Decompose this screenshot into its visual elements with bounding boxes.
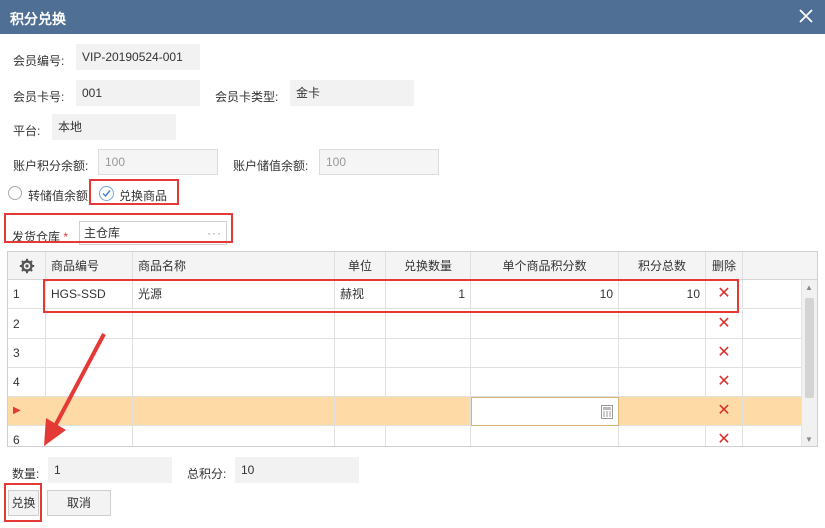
goods-check[interactable] bbox=[99, 186, 114, 201]
cell-unit-points[interactable]: 10 bbox=[471, 280, 619, 308]
cell-total-points: 10 bbox=[619, 280, 706, 308]
more-icon[interactable]: ··· bbox=[207, 222, 222, 244]
cell-unit[interactable] bbox=[335, 339, 386, 367]
stored-balance-radio[interactable] bbox=[8, 186, 22, 200]
qty-summary-label: 数量: bbox=[12, 467, 40, 481]
scroll-thumb[interactable] bbox=[805, 298, 814, 398]
row-number: 1 bbox=[8, 280, 46, 308]
cell-qty[interactable] bbox=[386, 368, 471, 396]
close-icon[interactable] bbox=[797, 7, 815, 25]
stored-balance-field: 100 bbox=[319, 149, 439, 175]
table-row[interactable]: 2 ✕ bbox=[8, 310, 802, 339]
table-row[interactable]: 6 ✕ bbox=[8, 426, 802, 446]
exchange-button[interactable]: 兑换 bbox=[8, 490, 39, 516]
cancel-button[interactable]: 取消 bbox=[47, 490, 111, 516]
cell-total-points bbox=[619, 339, 706, 367]
cell-unit[interactable] bbox=[335, 310, 386, 338]
cell-total-points bbox=[619, 397, 706, 425]
unit-points-editor[interactable] bbox=[471, 397, 619, 426]
delete-icon[interactable]: ✕ bbox=[706, 426, 743, 446]
gear-icon[interactable] bbox=[19, 258, 35, 274]
cell-code[interactable]: HGS-SSD bbox=[46, 280, 133, 308]
points-balance-field: 100 bbox=[98, 149, 218, 175]
calculator-icon[interactable] bbox=[601, 405, 613, 419]
total-points-label: 总积分: bbox=[187, 467, 227, 481]
cell-unit-points[interactable] bbox=[471, 426, 619, 446]
header-total-points[interactable]: 积分总数 bbox=[619, 252, 706, 279]
delete-icon[interactable]: ✕ bbox=[706, 280, 743, 308]
cell-qty[interactable] bbox=[386, 339, 471, 367]
delete-icon[interactable]: ✕ bbox=[706, 339, 743, 367]
member-no-field: VIP-20190524-001 bbox=[76, 44, 200, 70]
cell-name[interactable] bbox=[133, 426, 335, 446]
goods-option-label[interactable]: 兑换商品 bbox=[119, 187, 167, 204]
cell-name[interactable] bbox=[133, 339, 335, 367]
header-delete: 删除 bbox=[706, 252, 743, 279]
scroll-down-icon[interactable]: ▼ bbox=[805, 435, 813, 444]
cell-total-points bbox=[619, 426, 706, 446]
cell-unit[interactable] bbox=[335, 426, 386, 446]
cell-qty[interactable]: 1 bbox=[386, 280, 471, 308]
delete-icon[interactable]: ✕ bbox=[706, 310, 743, 338]
card-type-field: 金卡 bbox=[290, 80, 414, 106]
grid-scrollbar[interactable]: ▲ ▼ bbox=[801, 280, 817, 446]
card-type-label: 会员卡类型: bbox=[215, 90, 279, 104]
cell-qty[interactable] bbox=[386, 310, 471, 338]
header-name[interactable]: 商品名称 bbox=[133, 252, 335, 279]
platform-label: 平台: bbox=[13, 124, 41, 138]
delete-icon[interactable]: ✕ bbox=[706, 368, 743, 396]
qty-summary-field: 1 bbox=[48, 457, 172, 483]
table-row[interactable]: 4 ✕ bbox=[8, 368, 802, 397]
cell-name[interactable] bbox=[133, 368, 335, 396]
cell-unit-points[interactable] bbox=[471, 339, 619, 367]
points-balance-label: 账户积分余额: bbox=[13, 159, 89, 173]
cell-name[interactable] bbox=[133, 397, 335, 425]
stored-balance-label: 账户储值余额: bbox=[233, 159, 309, 173]
card-no-field: 001 bbox=[76, 80, 200, 106]
member-no-label: 会员编号: bbox=[13, 54, 65, 68]
card-no-label: 会员卡号: bbox=[13, 90, 65, 104]
warehouse-input[interactable]: 主仓库 ··· bbox=[79, 221, 227, 245]
cell-unit[interactable] bbox=[335, 368, 386, 396]
cell-unit-points[interactable] bbox=[471, 310, 619, 338]
cell-unit[interactable] bbox=[335, 397, 386, 425]
cell-name[interactable]: 光源 bbox=[133, 280, 335, 308]
header-unit-points[interactable]: 单个商品积分数 bbox=[471, 252, 619, 279]
header-qty[interactable]: 兑换数量 bbox=[386, 252, 471, 279]
required-mark: * bbox=[63, 230, 69, 244]
cell-unit-points[interactable] bbox=[471, 368, 619, 396]
header-code[interactable]: 商品编号 bbox=[46, 252, 133, 279]
dialog-titlebar: 积分兑换 bbox=[0, 0, 825, 34]
checkmark-icon bbox=[102, 190, 111, 198]
cell-total-points bbox=[619, 310, 706, 338]
table-row[interactable]: 3 ✕ bbox=[8, 339, 802, 368]
scroll-up-icon[interactable]: ▲ bbox=[805, 283, 813, 292]
warehouse-value: 主仓库 bbox=[84, 226, 121, 240]
warehouse-label: 发货仓库 * bbox=[12, 230, 69, 244]
cell-qty[interactable] bbox=[386, 426, 471, 446]
grid-settings[interactable] bbox=[8, 252, 46, 279]
grid-header: 商品编号 商品名称 单位 兑换数量 单个商品积分数 积分总数 删除 bbox=[8, 252, 817, 280]
cell-name[interactable] bbox=[133, 310, 335, 338]
annotation-arrow-icon bbox=[44, 333, 106, 446]
goods-grid: 商品编号 商品名称 单位 兑换数量 单个商品积分数 积分总数 删除 1 HGS-… bbox=[7, 251, 818, 447]
total-points-field: 10 bbox=[235, 457, 359, 483]
table-row[interactable]: 1 HGS-SSD 光源 赫视 1 10 10 ✕ bbox=[8, 280, 802, 309]
platform-field: 本地 bbox=[52, 114, 176, 140]
table-row-active[interactable]: ▶ ✕ bbox=[8, 397, 802, 426]
cell-total-points bbox=[619, 368, 706, 396]
cell-unit[interactable]: 赫视 bbox=[335, 280, 386, 308]
dialog-title: 积分兑换 bbox=[10, 11, 66, 27]
stored-balance-option-label[interactable]: 转储值余额 bbox=[28, 187, 88, 204]
delete-icon[interactable]: ✕ bbox=[706, 397, 743, 425]
header-unit[interactable]: 单位 bbox=[335, 252, 386, 279]
cell-qty[interactable] bbox=[386, 397, 471, 425]
